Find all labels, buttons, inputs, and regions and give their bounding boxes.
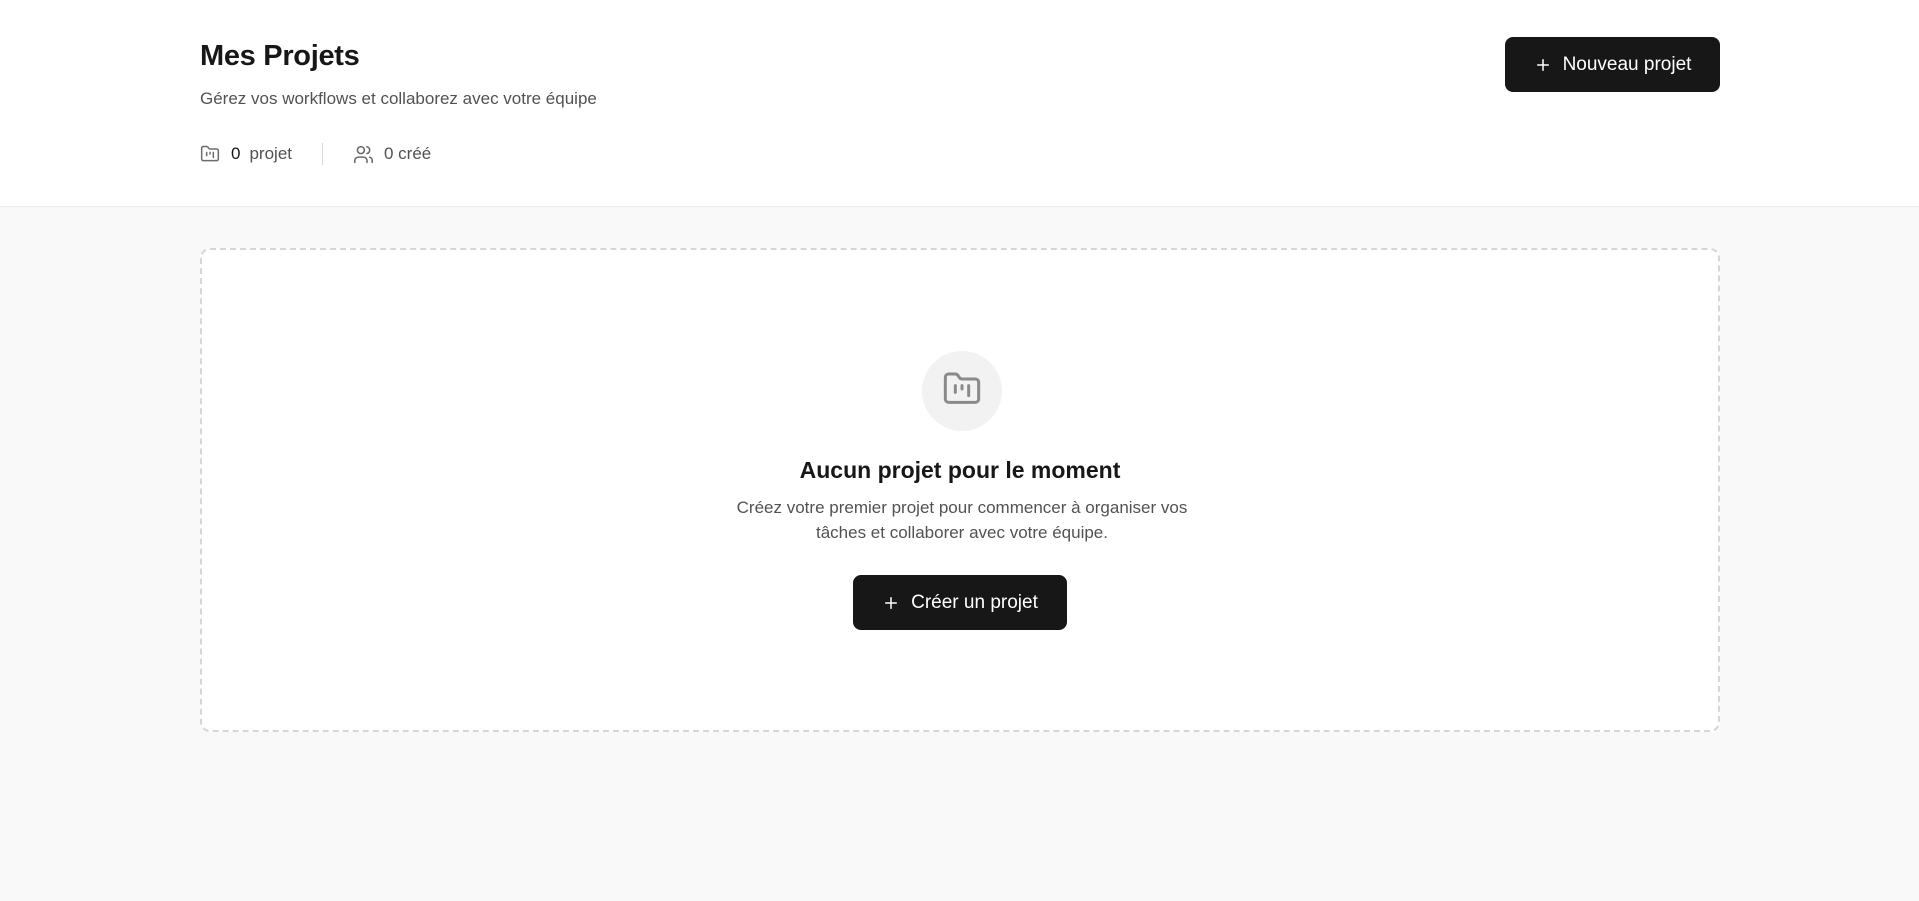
- created-count-stat: 0 créé: [353, 144, 431, 165]
- empty-state-icon-circle: [922, 351, 1002, 431]
- project-count-stat: 0 projet: [200, 144, 292, 164]
- project-stats: 0 projet 0 créé: [200, 141, 431, 167]
- empty-state-description: Créez votre premier projet pour commence…: [736, 498, 1188, 542]
- page-header: Mes Projets Gérez vos workflows et colla…: [0, 0, 1919, 207]
- project-count-value: 0: [231, 144, 241, 163]
- empty-state-title: Aucun projet pour le moment: [799, 457, 1121, 483]
- folder-kanban-icon: [200, 144, 220, 164]
- project-count-label: projet: [249, 144, 292, 163]
- create-project-button[interactable]: Créer un projet: [853, 575, 1067, 630]
- created-count-label: 0 créé: [384, 144, 432, 163]
- folder-kanban-icon: [942, 369, 982, 414]
- plus-icon: [1534, 56, 1563, 74]
- new-project-button[interactable]: Nouveau projet: [1505, 37, 1720, 92]
- page-subtitle: Gérez vos workflows et collaborez avec v…: [200, 89, 597, 108]
- page-title: Mes Projets: [200, 40, 360, 72]
- empty-state-card: Aucun projet pour le moment Créez votre …: [200, 248, 1720, 732]
- new-project-button-label: Nouveau projet: [1562, 53, 1692, 75]
- users-icon: [353, 144, 374, 165]
- plus-icon: [882, 594, 911, 612]
- create-project-button-label: Créer un projet: [911, 591, 1038, 613]
- stats-divider: [322, 143, 323, 165]
